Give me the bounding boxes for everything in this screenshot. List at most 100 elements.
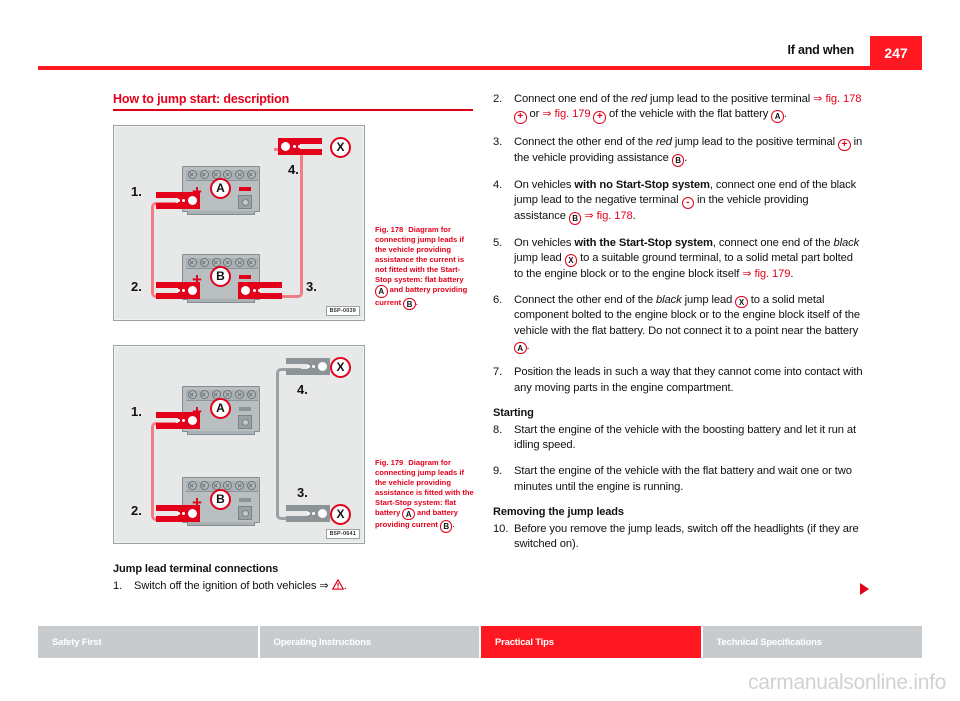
negative-terminal-icon (239, 497, 251, 502)
step-text: . (632, 210, 636, 223)
battery-cap-icon (246, 170, 256, 179)
figure-step-2: 2. (131, 278, 142, 294)
clamp-rivet (177, 288, 180, 292)
figure-reference[interactable]: ⇒ fig. 178 (584, 210, 632, 222)
step-number: 5. (493, 236, 503, 249)
emphasis-text: red (656, 135, 672, 148)
inline-marker-b: B (671, 154, 685, 167)
footer-tab-technical-specifications[interactable]: Technical Specifications (702, 626, 922, 658)
battery-cap-icon (246, 481, 256, 490)
step-text: . (526, 339, 530, 352)
step-number: 4. (493, 178, 503, 191)
page-header: If and when 247 (38, 36, 922, 72)
figure-step-1: 1. (131, 183, 142, 199)
marker-b: B (210, 265, 231, 287)
marker-x: X (330, 136, 351, 158)
battery-cap-icon (223, 170, 233, 179)
step-text: . (684, 152, 688, 165)
right-column: 2. Connect one end of the red jump lead t… (493, 92, 869, 595)
battery-cap-icon (199, 258, 209, 267)
step-text: Position the leads in such a way that th… (514, 366, 863, 394)
step-text: On vehicles (514, 178, 575, 191)
battery-cap-icon (188, 258, 197, 267)
step-number: 1. (113, 579, 123, 592)
left-steps-list: 1. Switch off the ignition of both vehicl… (113, 578, 483, 594)
page-number: 247 (870, 36, 922, 70)
clamp-2-2 (156, 504, 200, 522)
step-number: 7. (493, 366, 503, 379)
battery-cap-icon (223, 481, 233, 490)
clamp-3-2 (286, 504, 330, 522)
battery-cap-icon (188, 481, 197, 490)
section-title-rule (113, 109, 473, 111)
step-text: jump lead to the positive terminal (647, 93, 814, 105)
battery-cap-icon (223, 390, 233, 399)
footer-tab-safety-first[interactable]: Safety First (38, 626, 260, 658)
clamp-pivot (318, 508, 327, 518)
list-item: 2. Connect one end of the red jump lead t… (493, 92, 863, 124)
inline-marker-a: A (771, 110, 784, 123)
figure-178-caption-part3: . (415, 297, 418, 307)
marker-x-bottom: X (330, 503, 351, 525)
removing-head: Removing the jump leads (493, 505, 624, 518)
step-number: 8. (493, 423, 503, 436)
clamp-rivet (177, 418, 180, 422)
battery-post (238, 505, 252, 520)
continue-arrow-icon (860, 583, 869, 595)
removing-steps-list: 10. Before you remove the jump leads, swi… (493, 522, 863, 552)
inline-marker-plus: + (514, 111, 527, 124)
footer-tab-operating-instructions[interactable]: Operating Instructions (259, 626, 481, 658)
manual-page: If and when 247 How to jump start: descr… (0, 0, 960, 701)
figure-reference[interactable]: ⇒ fig. 178 (813, 93, 861, 105)
footer-tab-practical-tips[interactable]: Practical Tips (481, 626, 703, 658)
clamp-rivet (293, 144, 296, 148)
step-number: 10. (493, 522, 509, 535)
clamp-rivet (253, 288, 256, 292)
clamp-1-2 (156, 411, 200, 429)
clamp-pivot (318, 361, 327, 371)
figure-step-1-2: 1. (131, 403, 142, 419)
footer-tabs: Safety First Operating Instructions Practi… (38, 626, 922, 658)
step-text: Connect the other end of the (514, 293, 657, 306)
marker-a: A (210, 177, 231, 199)
caption-marker-b: B (403, 297, 416, 311)
battery-cap-icon (246, 390, 256, 399)
step-text: On vehicles (514, 236, 575, 249)
step-number: 6. (493, 293, 503, 306)
clamp-pivot (281, 141, 290, 151)
battery-cap-icon (188, 170, 197, 179)
step-number: 3. (493, 135, 503, 148)
step-text: Start the engine of the vehicle with the… (514, 423, 857, 452)
clamp-rivet (182, 198, 185, 202)
battery-cap-icon (246, 258, 256, 267)
list-item: 8. Start the engine of the vehicle with t… (493, 423, 863, 453)
figure-179-caption: Fig. 179 Diagram for connecting jump lead… (375, 458, 475, 533)
figure-179-image: + A + (113, 344, 365, 544)
battery-base (187, 210, 255, 215)
inline-marker-b: B (568, 212, 582, 225)
emphasis-text: black (656, 293, 682, 306)
caption-marker-a: A (402, 507, 415, 521)
footer-tab-label: Practical Tips (495, 636, 554, 648)
marker-a-2: A (210, 397, 231, 419)
inline-marker-x: X (735, 295, 748, 309)
figure-179-caption-part3: . (452, 520, 455, 530)
step-text: Connect the other end of the (514, 135, 657, 148)
figure-reference[interactable]: ⇒ fig. 179 (542, 108, 590, 120)
footer-tab-label: Operating Instructions (273, 636, 372, 648)
figure-178-image: + A + (113, 124, 365, 321)
inline-marker-a: A (514, 341, 527, 355)
clamp-rivet (312, 364, 315, 368)
footer-tab-label: Technical Specifications (716, 636, 823, 648)
step-text: Switch off the ignition of both vehicles… (134, 579, 332, 592)
battery-post (238, 194, 252, 209)
emphasis-text: black (833, 236, 860, 249)
inline-marker-plus: + (838, 138, 851, 152)
battery-cap-icon (235, 258, 245, 267)
step-number: 2. (493, 93, 503, 105)
step-text: Start the engine of the vehicle with the… (514, 465, 852, 493)
warning-triangle-icon (331, 578, 344, 590)
watermark: carmanualsonline.info (748, 671, 946, 694)
list-item: 6. Connect the other end of the black jum… (493, 293, 863, 355)
figure-reference[interactable]: ⇒ fig. 179 (742, 268, 790, 280)
